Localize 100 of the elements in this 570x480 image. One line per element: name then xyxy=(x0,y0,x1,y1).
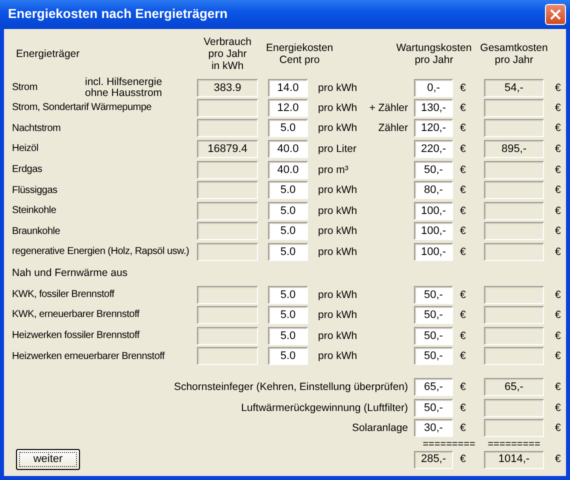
column-header: Verbrauch pro Jahr in kWh xyxy=(204,36,252,72)
cost-input[interactable]: 5.0 xyxy=(268,202,308,220)
total-field xyxy=(484,222,544,240)
currency-label: € xyxy=(459,309,467,322)
prefix-label: + Zähler xyxy=(369,102,409,114)
total-field xyxy=(484,419,544,438)
unit-label: pro m³ xyxy=(317,164,350,176)
consumption-field xyxy=(197,347,258,366)
maintenance-input[interactable]: 65,- xyxy=(414,378,453,396)
unit-label: pro kWh xyxy=(317,309,358,322)
cost-input[interactable]: 5.0 xyxy=(268,306,308,324)
cost-input[interactable]: 5.0 xyxy=(268,181,308,200)
cost-input[interactable]: 5.0 xyxy=(268,326,308,345)
row-label: Braunkohle xyxy=(12,226,62,238)
continue-button[interactable]: weiter xyxy=(16,449,80,470)
consumption-field xyxy=(197,181,258,200)
maintenance-input[interactable]: 0,- xyxy=(414,79,453,98)
maintenance-input[interactable]: 100,- xyxy=(414,202,453,220)
maintenance-input[interactable]: 50,- xyxy=(414,347,453,366)
row-label: Heizöl xyxy=(12,143,40,155)
consumption-field xyxy=(197,98,258,117)
maintenance-input[interactable]: 50,- xyxy=(414,286,453,304)
consumption-field xyxy=(197,119,258,138)
maintenance-input[interactable]: 80,- xyxy=(414,181,453,200)
consumption-field xyxy=(197,306,258,324)
total-field xyxy=(484,306,544,324)
maintenance-input[interactable]: 100,- xyxy=(414,243,453,262)
consumption-field xyxy=(197,202,258,220)
currency-label: € xyxy=(554,102,562,114)
cost-input[interactable]: 5.0 xyxy=(268,222,308,240)
window-title: Energiekosten nach Energieträgern xyxy=(7,7,228,22)
unit-label: pro Liter xyxy=(317,143,358,156)
cost-input[interactable]: 14.0 xyxy=(268,79,308,98)
total-field: 65,- xyxy=(484,378,544,396)
maintenance-input[interactable]: 100,- xyxy=(414,222,453,240)
currency-label: € xyxy=(554,422,562,434)
maintenance-input[interactable]: 50,- xyxy=(414,306,453,324)
close-icon xyxy=(550,9,561,20)
total-field: 54,- xyxy=(484,79,544,98)
maintenance-input[interactable]: 50,- xyxy=(414,398,453,417)
currency-label: € xyxy=(554,184,562,196)
consumption-field: 16879.4 xyxy=(197,140,258,158)
total-field: 895,- xyxy=(484,140,544,158)
prefix-label: Zähler xyxy=(378,122,409,135)
consumption-field xyxy=(197,160,258,179)
maintenance-input[interactable]: 50,- xyxy=(414,160,453,179)
unit-label: pro kWh xyxy=(317,288,358,301)
total-field xyxy=(484,181,544,200)
unit-label: pro kWh xyxy=(317,204,358,217)
section-heading: Nah und Fernwärme aus xyxy=(12,267,129,280)
row-label: Nachtstrom xyxy=(12,122,62,134)
currency-label: € xyxy=(459,82,467,94)
row-note: incl. Hilfsenergie ohne Hausstrom xyxy=(85,77,164,100)
cost-input[interactable]: 40.0 xyxy=(268,160,308,179)
maintenance-input[interactable]: 50,- xyxy=(414,326,453,345)
cost-input[interactable]: 40.0 xyxy=(268,140,308,158)
cost-input[interactable]: 5.0 xyxy=(268,347,308,366)
total-field xyxy=(484,119,544,138)
currency-label: € xyxy=(459,350,467,362)
total-field xyxy=(484,398,544,417)
currency-label: € xyxy=(554,380,562,394)
row-label: KWK, erneuerbarer Brennstoff xyxy=(12,309,140,321)
currency-label: € xyxy=(554,350,562,362)
currency-label: € xyxy=(554,402,562,414)
total-field xyxy=(484,160,544,179)
cost-input[interactable]: 5.0 xyxy=(268,286,308,304)
total-field xyxy=(484,347,544,366)
column-header: Gesamtkosten pro Jahr xyxy=(480,42,548,66)
total-field xyxy=(484,243,544,262)
currency-label: € xyxy=(554,82,562,94)
unit-label: pro kWh xyxy=(317,225,358,238)
maintenance-input[interactable]: 130,- xyxy=(414,98,453,117)
extra-label: Solaranlage xyxy=(352,422,409,434)
unit-label: pro kWh xyxy=(317,330,358,342)
cost-input[interactable]: 12.0 xyxy=(268,98,308,117)
maintenance-input[interactable]: 220,- xyxy=(414,140,453,158)
currency-label: € xyxy=(459,402,467,414)
currency-label: € xyxy=(459,380,467,394)
currency-label: € xyxy=(459,204,467,217)
currency-label: € xyxy=(554,122,562,135)
consumption-field xyxy=(197,243,258,262)
unit-label: pro kWh xyxy=(317,184,358,196)
cost-input[interactable]: 5.0 xyxy=(268,243,308,262)
consumption-field xyxy=(197,222,258,240)
cost-input[interactable]: 5.0 xyxy=(268,119,308,138)
maintenance-input[interactable]: 30,- xyxy=(414,419,453,438)
row-label: Heizwerken erneuerbarer Brennstoff xyxy=(12,350,166,362)
currency-label: € xyxy=(554,225,562,238)
row-label: KWK, fossiler Brennstoff xyxy=(12,288,116,300)
currency-label: € xyxy=(554,204,562,217)
total-field xyxy=(484,98,544,117)
unit-label: pro kWh xyxy=(317,246,358,258)
extra-label: Luftwärmerückgewinnung (Luftfilter) xyxy=(241,402,409,414)
close-button[interactable] xyxy=(545,4,566,25)
currency-label: € xyxy=(459,143,467,156)
maintenance-input[interactable]: 120,- xyxy=(414,119,453,138)
extra-label: Schornsteinfeger (Kehren, Einstellung überprüfen) xyxy=(174,380,409,394)
total-field: 1014,- xyxy=(484,450,544,468)
currency-label: € xyxy=(459,422,467,434)
total-field xyxy=(484,286,544,304)
